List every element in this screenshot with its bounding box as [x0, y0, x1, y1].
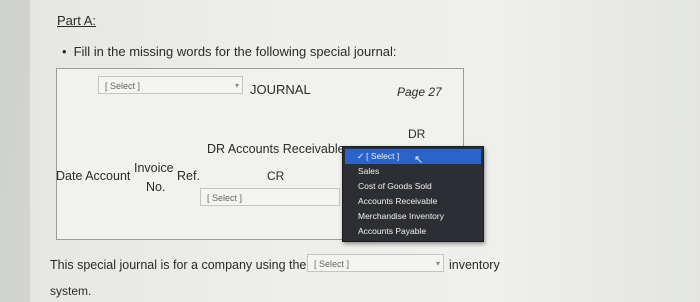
journal-title: JOURNAL: [250, 82, 311, 97]
part-heading: Part A:: [57, 13, 97, 28]
instruction-line: • Fill in the missing words for the follo…: [62, 44, 397, 59]
page-number: Page 27: [397, 85, 442, 99]
column-dr: DR: [408, 127, 426, 141]
dropdown-option-sales[interactable]: Sales: [343, 164, 483, 179]
cr-column-select-value: [ Select ]: [207, 193, 243, 203]
sentence-continuation: system.: [50, 284, 92, 298]
chevron-down-icon: ▾: [234, 81, 239, 90]
column-invoice-no: No.: [146, 180, 166, 194]
mouse-cursor-icon: ↖: [414, 154, 424, 166]
dropdown-menu[interactable]: ✓[ Select ] Sales Cost of Goods Sold Acc…: [342, 146, 484, 242]
journal-name-select-value: [ Select ]: [105, 81, 141, 91]
column-invoice: Invoice: [134, 161, 174, 175]
inventory-system-select-value: [ Select ]: [314, 259, 350, 269]
dropdown-option-merchandise-inventory[interactable]: Merchandise Inventory: [343, 209, 483, 224]
column-account: Account: [85, 169, 131, 183]
chevron-down-icon: ▾: [435, 259, 440, 268]
dropdown-option-accounts-receivable[interactable]: Accounts Receivable: [343, 194, 483, 209]
sentence-prefix: This special journal is for a company us…: [50, 258, 307, 272]
column-cr: CR: [267, 169, 285, 183]
inventory-system-select[interactable]: [ Select ] ▾: [307, 254, 444, 272]
dropdown-option-accounts-payable[interactable]: Accounts Payable: [343, 224, 483, 239]
column-date-account: Date Account: [56, 169, 130, 183]
checkmark-icon: ✓: [357, 151, 365, 161]
column-date: Date: [56, 169, 83, 183]
column-ref: Ref.: [177, 169, 200, 183]
bullet-icon: •: [62, 44, 67, 59]
instruction-text: Fill in the missing words for the follow…: [73, 44, 397, 59]
dropdown-option-cost-of-goods-sold[interactable]: Cost of Goods Sold: [343, 179, 483, 194]
column-dr-accounts-receivable: DR Accounts Receivable: [207, 142, 345, 156]
cr-column-select[interactable]: [ Select ]: [200, 188, 340, 206]
dropdown-option-select[interactable]: ✓[ Select ]: [345, 149, 481, 164]
journal-name-select[interactable]: [ Select ] ▾: [98, 76, 243, 94]
sentence-suffix: inventory: [449, 258, 500, 272]
